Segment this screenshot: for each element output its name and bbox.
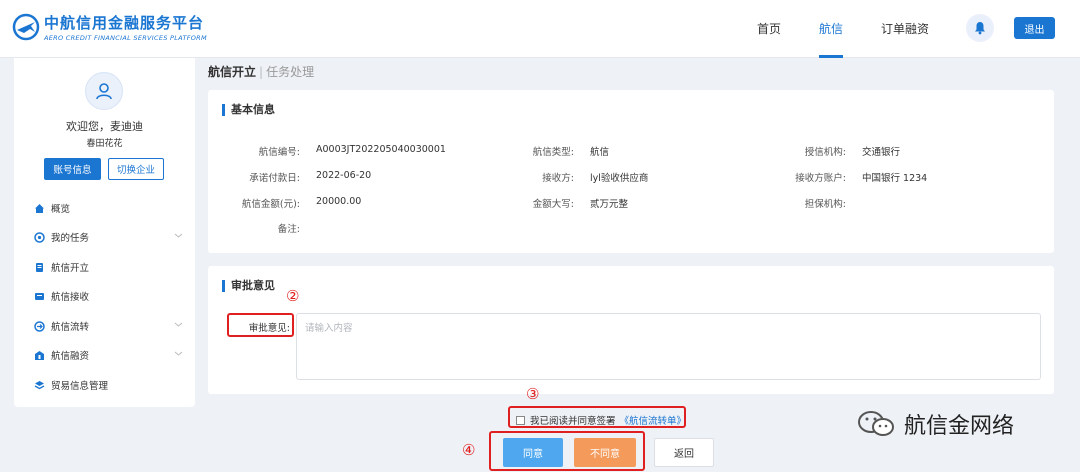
chevron-down-icon [174,351,183,356]
agreement-row: 我已阅读并同意签署 《航信流转单》 [516,413,686,427]
platform-logo[interactable]: 中航信用金融服务平台 AERO CREDIT FINANCIAL SERVICE… [12,12,207,42]
stack-icon [33,379,45,391]
approval-label: 审批意见: [248,323,290,334]
field-label: 备注: [277,224,300,235]
field-value-capital: 贰万元整 [590,199,629,210]
avatar[interactable] [85,72,123,110]
nav-hangxin[interactable]: 航信 [819,0,844,58]
watermark: 航信金网络 [856,408,1014,440]
sidebar-item-my-tasks[interactable]: 我的任务 [33,227,183,247]
field-label: 航信金额(元): [241,199,300,210]
sidebar-item-label: 航信融资 [51,351,90,362]
approval-textarea[interactable]: 请输入内容 [296,313,1041,380]
field-label: 授信机构: [804,147,846,158]
sidebar-item-label: 航信接收 [51,292,90,303]
account-info-button[interactable]: 账号信息 [44,158,101,180]
breadcrumb-main[interactable]: 航信开立 [208,65,256,79]
logo-title: 中航信用金融服务平台 [44,14,205,32]
field-value-date: 2022-06-20 [316,170,372,181]
notification-button[interactable] [966,14,994,42]
inbox-icon [33,290,45,302]
breadcrumb-separator: | [259,65,264,79]
sidebar-item-label: 概览 [51,204,71,215]
bell-icon [975,22,985,35]
document-icon [33,261,45,273]
wechat-icon [858,411,894,436]
field-value-amount: 20000.00 [316,196,362,207]
sidebar-item-label: 贸易信息管理 [51,381,109,392]
finance-icon [33,349,45,361]
top-bar: 中航信用金融服务平台 AERO CREDIT FINANCIAL SERVICE… [0,0,1080,58]
transfer-icon [33,320,45,332]
sidebar-item-label: 我的任务 [51,233,90,244]
field-label: 担保机构: [804,199,846,210]
home-icon [33,202,45,214]
logo-subtitle: AERO CREDIT FINANCIAL SERVICES PLATFORM [44,34,207,42]
task-icon [33,231,45,243]
watermark-text: 航信金网络 [904,414,1015,439]
field-label: 接收方账户: [795,173,846,184]
logout-button[interactable]: 退出 [1014,17,1055,39]
agree-checkbox[interactable] [516,415,525,425]
field-label: 金额大写: [532,199,574,210]
field-value-account: 中国银行 1234 [862,173,928,184]
company-name: 春田花花 [86,139,123,149]
sidebar-item-overview[interactable]: 概览 [33,198,183,218]
breadcrumb-current: 任务处理 [266,65,315,79]
nav-order-financing[interactable]: 订单融资 [881,0,929,58]
field-label: 接收方: [542,173,574,184]
user-icon [96,83,112,100]
basic-info-title: 基本信息 [222,104,275,116]
sidebar-item-label: 航信流转 [51,322,90,333]
sidebar-item-trade-info[interactable]: 贸易信息管理 [33,375,183,395]
plane-logo-icon [12,13,40,41]
switch-company-button[interactable]: 切换企业 [108,158,164,180]
nav-home[interactable]: 首页 [757,0,781,58]
sidebar: 欢迎您，麦迪迪 春田花花 账号信息 切换企业 概览 我的任务 航信开立 航信接收… [14,58,195,407]
chevron-down-icon [174,322,183,327]
breadcrumb: 航信开立 | 任务处理 [208,63,314,80]
back-button[interactable]: 返回 [654,438,714,467]
annotation-number-4: ④ [462,441,476,459]
sidebar-item-financing[interactable]: 航信融资 [33,345,183,365]
chevron-down-icon [174,233,183,238]
sidebar-item-receive[interactable]: 航信接收 [33,286,183,306]
sidebar-item-issue[interactable]: 航信开立 [33,257,183,277]
sidebar-item-label: 航信开立 [51,263,90,274]
agreement-link[interactable]: 《航信流转单》 [620,413,687,427]
annotation-number-3: ③ [526,385,540,403]
field-value-org: 交通银行 [862,147,901,158]
approval-title: 审批意见 [222,280,275,292]
field-label: 承诺付款日: [249,173,300,184]
field-label: 航信类型: [532,147,574,158]
disagree-button[interactable]: 不同意 [574,438,636,467]
field-value-code: A0003JT202205040030001 [316,144,446,155]
field-label: 航信编号: [258,147,300,158]
field-value-type: 航信 [590,147,610,158]
agree-button[interactable]: 同意 [503,438,563,467]
agreement-text: 我已阅读并同意签署 [530,416,616,427]
field-value-receiver: lyl验收供应商 [590,173,649,184]
welcome-text: 欢迎您，麦迪迪 [66,120,143,133]
sidebar-item-transfer[interactable]: 航信流转 [33,316,183,336]
annotation-number-2: ② [286,287,300,305]
